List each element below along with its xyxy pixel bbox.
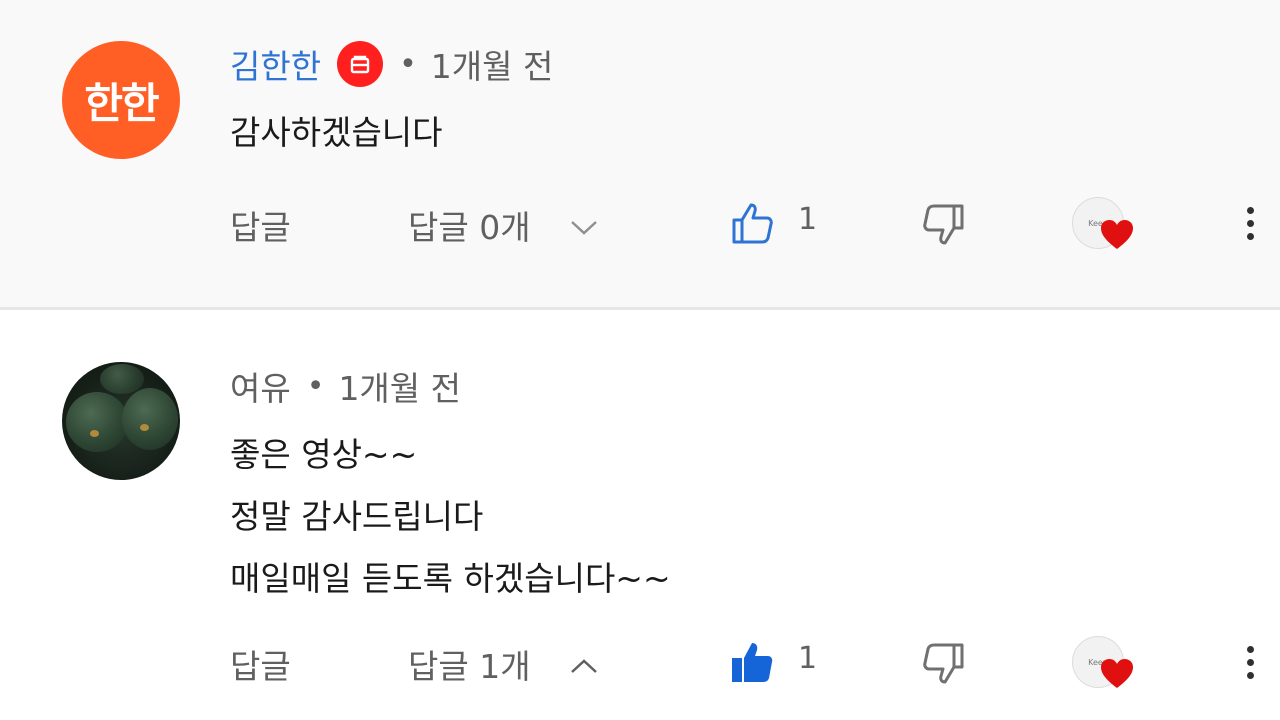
chevron-up-icon [569, 645, 599, 684]
creator-heart-button[interactable]: Keep [1070, 195, 1136, 257]
author-name[interactable]: 김한한 [230, 40, 321, 88]
comment-text-line: 정말 감사드립니다 [230, 497, 484, 536]
creator-heart-button[interactable]: Keep [1070, 634, 1136, 696]
hide-replies-button[interactable]: 답글 1개 [408, 640, 599, 688]
comment-thread-1: 한한 김한한 • 1개월 전 감사하겠습니다 답글 답글 0개 1 Keep [0, 0, 1280, 307]
more-vert-icon[interactable] [1240, 638, 1260, 688]
more-vert-icon[interactable] [1240, 199, 1260, 249]
replies-count-label: 답글 0개 [408, 208, 531, 247]
like-button[interactable] [728, 638, 776, 690]
comment-text: 감사하겠습니다 [230, 113, 443, 152]
thumbs-down-icon [920, 643, 968, 692]
avatar-photo-pumpkin [122, 388, 178, 450]
thumbs-up-icon [728, 638, 776, 690]
chevron-down-icon [569, 206, 599, 245]
view-replies-button[interactable]: 답글 0개 [408, 201, 599, 249]
reply-button[interactable]: 답글 [230, 201, 291, 249]
comment-time[interactable]: 1개월 전 [431, 40, 554, 88]
comment-text: 좋은 영상~~ 정말 감사드립니다 매일매일 듣도록 하겠습니다~~ [230, 424, 671, 610]
thumbs-down-icon [920, 204, 968, 253]
comment-thread-2: 여유 • 1개월 전 좋은 영상~~ 정말 감사드립니다 매일매일 듣도록 하겠… [0, 310, 1280, 720]
creator-badge-icon [337, 41, 384, 87]
comment-header: 김한한 • 1개월 전 [230, 40, 553, 88]
creator-heart-icon [1100, 219, 1134, 255]
comment-actions: 답글 답글 1개 1 Keep [0, 632, 1280, 692]
comment-actions: 답글 답글 0개 1 Keep [0, 193, 1280, 253]
comment-text-line: 매일매일 듣도록 하겠습니다~~ [230, 559, 671, 598]
meta-separator: • [306, 368, 325, 404]
replies-count-label: 답글 1개 [408, 647, 531, 686]
avatar-text: 한한 [84, 78, 159, 128]
avatar-photo-pumpkin [66, 392, 128, 452]
like-button[interactable] [728, 199, 776, 251]
like-count: 1 [798, 641, 818, 676]
thumbs-up-icon [728, 199, 776, 251]
creator-heart-icon [1100, 658, 1134, 694]
comment-text-line: 좋은 영상~~ [230, 435, 418, 474]
dislike-button[interactable] [920, 640, 968, 692]
reply-button[interactable]: 답글 [230, 640, 291, 688]
author-avatar[interactable]: 한한 [62, 41, 180, 159]
dislike-button[interactable] [920, 201, 968, 253]
comment-time[interactable]: 1개월 전 [338, 362, 461, 410]
author-avatar[interactable] [62, 362, 180, 480]
comment-header: 여유 • 1개월 전 [230, 362, 461, 410]
like-count: 1 [798, 202, 818, 237]
meta-separator: • [399, 46, 417, 82]
avatar-photo-pumpkin [100, 364, 144, 394]
author-name[interactable]: 여유 [230, 362, 291, 410]
